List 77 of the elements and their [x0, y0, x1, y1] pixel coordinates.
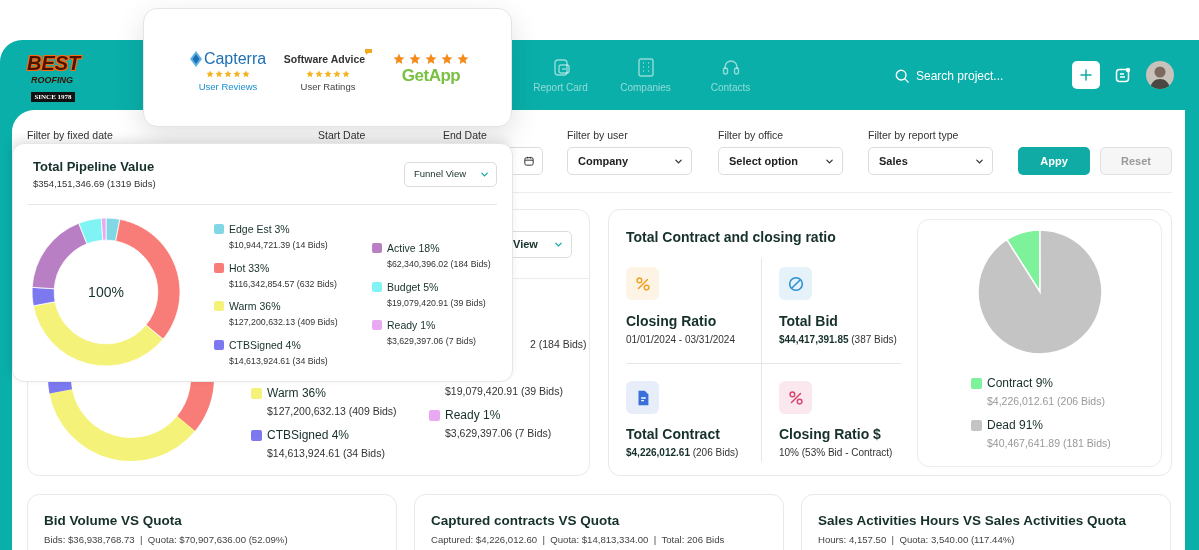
- legend-value: $3,629,397.06 (7 Bids): [386, 335, 477, 348]
- card-title: Sales Activities Hours VS Sales Activities Quota: [818, 512, 1128, 530]
- chevron-icon: [480, 170, 489, 179]
- calendar-icon: [524, 156, 534, 166]
- brand-logo: GetApp: [401, 65, 461, 87]
- legend-value: $4,226,012.61 (206 Bids): [986, 394, 1106, 409]
- legend-value: $127,200,632.13 (409 Bids): [228, 316, 339, 329]
- legend-label: Hot 33%: [229, 260, 270, 276]
- card-summary: Hours: 4,157.50 | Quota: 3,540.00 (117.44%): [818, 533, 1016, 547]
- speech-bubble-icon: [365, 49, 373, 55]
- star-icon: [425, 53, 437, 65]
- legend-value: $116,342,854.57 (632 Bids): [228, 277, 338, 291]
- building-icon: [635, 57, 656, 77]
- legend-label: Warm 36%: [229, 299, 281, 314]
- legend-value: 2 (184 Bids): [529, 337, 587, 352]
- card-title: Captured contracts VS Quota: [431, 512, 621, 530]
- legend-value: $14,613,924.61 (34 Bids): [228, 354, 329, 368]
- card-total: $354,151,346.69 (1319 Bids): [33, 177, 156, 191]
- legend-value: $40,467,641.89 (181 Bids): [986, 436, 1111, 451]
- legend-value: $62,340,396.02 (184 Bids): [386, 258, 491, 271]
- legend-label: CTBSigned 4%: [267, 427, 350, 444]
- star-icon: [441, 53, 453, 65]
- notes-icon[interactable]: [1115, 67, 1131, 83]
- card-summary: Captured: $4,226,012.60 | Quota: $14,813,334.00 | Total: 206 Bids: [431, 533, 726, 547]
- rating-caption: User Ratings: [300, 80, 356, 93]
- metric-value: 10% (53% Bid - Contract): [779, 446, 894, 460]
- center-label: 100%: [88, 284, 124, 300]
- legend-label: Budget 5%: [387, 279, 439, 295]
- diamond-icon: [189, 51, 202, 67]
- filter-label: Start Date: [318, 128, 367, 142]
- metric-label: Closing Ratio: [626, 312, 718, 330]
- star-icon: [393, 53, 405, 65]
- headset-icon: [720, 57, 741, 77]
- legend-value: $14,613,924.61 (34 Bids): [266, 446, 386, 461]
- add-button[interactable]: [1072, 61, 1100, 89]
- rating-caption: User Reviews: [198, 80, 258, 93]
- legend-label: Active 18%: [387, 241, 440, 256]
- legend-label: Contract 9%: [987, 375, 1054, 392]
- legend-value: $10,944,721.39 (14 Bids): [228, 239, 329, 252]
- select-field[interactable]: Select option: [718, 147, 843, 175]
- view-select[interactable]: Funnel View: [404, 162, 497, 187]
- filter-label: Filter by office: [718, 128, 785, 142]
- card-title: Total Pipeline Value: [33, 159, 156, 175]
- metric-label: Closing Ratio $: [779, 425, 882, 443]
- select-field[interactable]: Company: [567, 147, 692, 175]
- card-title: Bid Volume VS Quota: [44, 512, 183, 530]
- star-icon: [457, 53, 469, 65]
- legend-label: Ready 1%: [387, 318, 436, 333]
- brand-logo: Software Advice: [283, 49, 373, 69]
- filter-label: End Date: [443, 128, 488, 142]
- legend-label: Dead 91%: [987, 417, 1044, 434]
- legend-label: Warm 36%: [267, 385, 326, 402]
- star-icon: [409, 53, 421, 65]
- legend-value: $19,079,420.91 (39 Bids): [444, 384, 564, 399]
- search-icon: [895, 69, 909, 83]
- card-summary: Bids: $36,938,768.73 | Quota: $70,907,636.00 (52.09%): [44, 533, 289, 547]
- avatar[interactable]: [1146, 61, 1174, 89]
- legend-value: $19,079,420.91 (39 Bids): [386, 296, 487, 310]
- metric-value: $44,417,391.85 (387 Bids): [779, 333, 898, 347]
- plus-icon: [1080, 69, 1092, 81]
- legend-label: CTBSigned 4%: [229, 337, 301, 353]
- chevron-icon: [554, 240, 563, 249]
- card-title: Total Contract and closing ratio: [626, 228, 837, 246]
- metric-label: Total Contract: [626, 425, 721, 443]
- legend-value: $127,200,632.13 (409 Bids): [266, 404, 398, 419]
- brand-logo: Capterra: [189, 49, 267, 69]
- legend-value: $3,629,397.06 (7 Bids): [444, 426, 553, 441]
- filter-label: Filter by report type: [868, 128, 960, 142]
- filter-label: Filter by fixed date: [27, 128, 114, 142]
- select-field[interactable]: Sales: [868, 147, 993, 175]
- legend-label: Ready 1%: [445, 407, 501, 424]
- search-field[interactable]: Search project...: [914, 66, 1064, 86]
- metric-value: $4,226,012.61 (206 Bids): [626, 446, 740, 460]
- metric-value: 01/01/2024 - 03/31/2024: [626, 333, 736, 347]
- metric-label: Total Bid: [779, 312, 839, 330]
- legend-label: Edge Est 3%: [229, 222, 290, 237]
- filter-label: Filter by user: [567, 128, 629, 142]
